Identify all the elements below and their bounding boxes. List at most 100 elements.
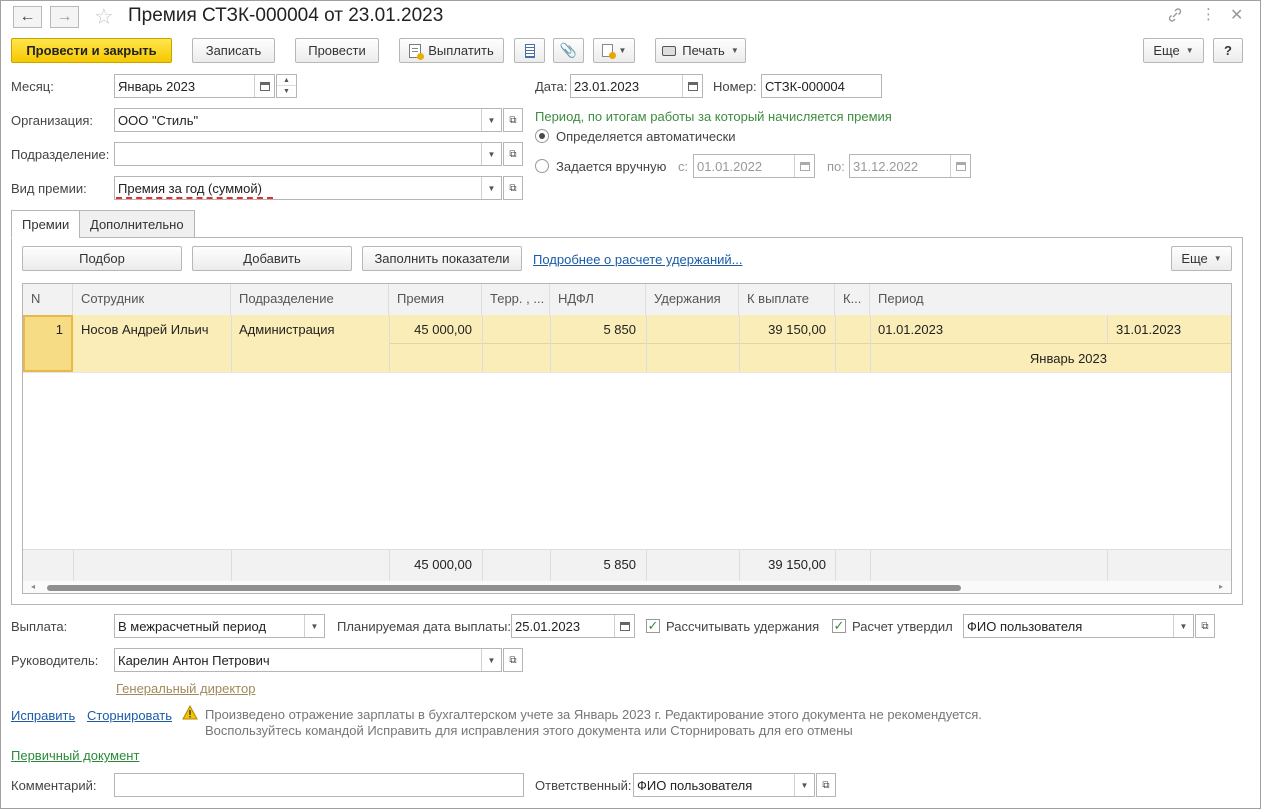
column-header-n[interactable]: N [23, 284, 73, 315]
radio-manual[interactable] [535, 159, 549, 173]
col-sep [835, 315, 836, 372]
scroll-left-icon[interactable]: ◂ [31, 582, 35, 591]
calendar-icon[interactable] [614, 615, 634, 637]
calendar-icon[interactable] [794, 155, 814, 177]
post-and-close-button[interactable]: Провести и закрыть [11, 38, 172, 63]
chevron-down-icon[interactable]: ▼ [794, 774, 814, 796]
approver-field[interactable]: ФИО пользователя [963, 614, 1194, 638]
manager-position-link[interactable]: Генеральный директор [116, 681, 255, 696]
chevron-down-icon: ▼ [730, 46, 739, 55]
total-bonus: 45 000,00 [414, 557, 472, 572]
open-bonus-type-icon[interactable]: ⧉ [503, 176, 523, 200]
forward-button[interactable]: → [50, 6, 79, 28]
favorite-star-icon[interactable]: ☆ [94, 4, 114, 30]
col-sep [550, 549, 551, 581]
column-header-employee[interactable]: Сотрудник [73, 284, 231, 315]
attach-file-button[interactable]: 📎 [553, 38, 584, 63]
bonuses-table: N Сотрудник Подразделение Премия Терр. ,… [22, 283, 1232, 594]
link-icon[interactable] [1167, 7, 1183, 27]
scroll-right-icon[interactable]: ▸ [1219, 582, 1223, 591]
number-value: СТЗК-000004 [765, 79, 845, 94]
col-sep [389, 315, 390, 372]
scrollbar-thumb[interactable] [47, 585, 961, 591]
plan-date-value: 25.01.2023 [515, 619, 581, 634]
month-spinner[interactable]: ▲ ▼ [276, 74, 297, 98]
horizontal-scrollbar[interactable]: ◂ ▸ [23, 581, 1231, 593]
arrow-left-icon: ← [19, 8, 36, 25]
number-field[interactable]: СТЗК-000004 [761, 74, 882, 98]
chevron-down-icon[interactable]: ▼ [481, 143, 501, 165]
print-button[interactable]: Печать ▼ [655, 38, 746, 63]
column-header-ndfl[interactable]: НДФЛ [550, 284, 646, 315]
primary-document-link[interactable]: Первичный документ [11, 748, 139, 763]
close-icon[interactable]: ✕ [1230, 5, 1243, 25]
spin-down-icon[interactable]: ▼ [277, 86, 296, 97]
open-department-icon[interactable]: ⧉ [503, 142, 523, 166]
pick-button[interactable]: Подбор [22, 246, 182, 271]
table-row-number-cell[interactable] [23, 315, 73, 372]
total-to-pay: 39 150,00 [768, 557, 826, 572]
tab-additional[interactable]: Дополнительно [79, 210, 195, 238]
spellcheck-underline [116, 197, 273, 199]
month-field[interactable]: Январь 2023 [114, 74, 275, 98]
payout-label: Выплата: [11, 619, 68, 634]
to-date-value: 31.12.2022 [853, 159, 919, 174]
table-more-button[interactable]: Еще ▼ [1171, 246, 1232, 271]
month-value: Январь 2023 [118, 79, 196, 94]
tab-bonuses[interactable]: Премии [11, 210, 81, 238]
manager-field[interactable]: Карелин Антон Петрович [114, 648, 502, 672]
help-button[interactable]: ? [1213, 38, 1243, 63]
column-header-bonus[interactable]: Премия [389, 284, 482, 315]
chevron-down-icon[interactable]: ▼ [481, 109, 501, 131]
calc-deductions-checkbox[interactable]: ✓ [646, 619, 660, 633]
column-header-terr[interactable]: Терр. , ... [482, 284, 550, 315]
manager-value: Карелин Антон Петрович [118, 653, 270, 668]
column-header-department[interactable]: Подразделение [231, 284, 389, 315]
add-button[interactable]: Добавить [192, 246, 352, 271]
comment-field[interactable] [114, 773, 524, 797]
col-sep [739, 315, 740, 372]
create-based-on-button[interactable]: ▼ [593, 38, 635, 63]
back-button[interactable]: ← [13, 6, 42, 28]
more-button[interactable]: Еще ▼ [1143, 38, 1204, 63]
column-header-deductions[interactable]: Удержания [646, 284, 739, 315]
department-label: Подразделение: [11, 147, 110, 162]
chevron-down-icon[interactable]: ▼ [481, 177, 501, 199]
organization-field[interactable]: ООО "Стиль" [114, 108, 502, 132]
chevron-down-icon[interactable]: ▼ [481, 649, 501, 671]
open-responsible-icon[interactable]: ⧉ [816, 773, 836, 797]
department-field[interactable] [114, 142, 502, 166]
open-manager-icon[interactable]: ⧉ [503, 648, 523, 672]
date-label: Дата: [535, 79, 568, 94]
open-approver-icon[interactable]: ⧉ [1195, 614, 1215, 638]
period-caption: Период, по итогам работы за который начи… [535, 109, 892, 124]
calendar-icon[interactable] [682, 75, 702, 97]
calendar-icon[interactable] [950, 155, 970, 177]
more-vertical-icon[interactable]: ⋮ [1201, 5, 1216, 23]
chevron-down-icon[interactable]: ▼ [1173, 615, 1193, 637]
column-header-k[interactable]: К... [835, 284, 870, 315]
col-sep [482, 315, 483, 372]
pay-button[interactable]: Выплатить [399, 38, 504, 63]
calc-deductions-label: Рассчитывать удержания [666, 619, 820, 634]
radio-auto[interactable] [535, 129, 549, 143]
column-header-to-pay[interactable]: К выплате [739, 284, 835, 315]
report-button[interactable] [514, 38, 545, 63]
fill-indicators-button[interactable]: Заполнить показатели [362, 246, 522, 271]
save-button[interactable]: Записать [192, 38, 275, 63]
storno-link[interactable]: Сторнировать [87, 708, 172, 723]
open-organization-icon[interactable]: ⧉ [503, 108, 523, 132]
organization-value: ООО "Стиль" [118, 113, 199, 128]
column-header-period[interactable]: Период [870, 284, 1231, 315]
deductions-details-link[interactable]: Подробнее о расчете удержаний... [533, 252, 743, 267]
post-button[interactable]: Провести [295, 38, 379, 63]
month-label: Месяц: [11, 79, 54, 94]
responsible-field[interactable]: ФИО пользователя [633, 773, 815, 797]
calc-approved-checkbox[interactable]: ✓ [832, 619, 846, 633]
fix-link[interactable]: Исправить [11, 708, 75, 723]
add-label: Добавить [243, 251, 301, 266]
spin-up-icon[interactable]: ▲ [277, 75, 296, 86]
chevron-down-icon[interactable]: ▼ [304, 615, 324, 637]
payout-field[interactable]: В межрасчетный период [114, 614, 325, 638]
calendar-icon[interactable] [254, 75, 274, 97]
